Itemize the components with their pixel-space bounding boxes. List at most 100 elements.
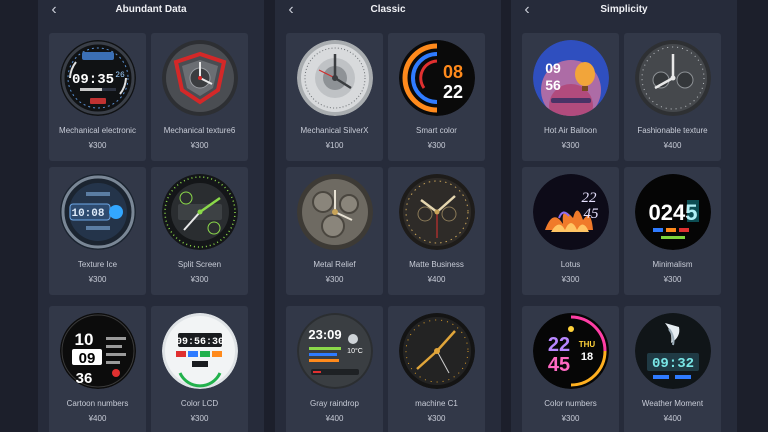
watch-face-price: ¥300 — [88, 275, 107, 284]
watch-face-name: Mechanical texture6 — [163, 126, 236, 135]
face-hour: 22 — [582, 190, 598, 206]
face-hour: 09 — [545, 60, 561, 76]
watch-face-name: Matte Business — [409, 260, 464, 269]
watch-face-price: ¥300 — [427, 141, 446, 150]
watch-face-name: Gray raindrop — [310, 399, 359, 408]
watch-face-card[interactable]: Mechanical SilverX ¥100 — [286, 33, 383, 161]
watch-face-card[interactable]: Metal Relief ¥300 — [286, 167, 383, 295]
watch-face-name: Texture Ice — [77, 260, 118, 269]
cartoon-numbers-watch-face-icon: 10 09 36 — [60, 313, 136, 389]
hot-air-balloon-watch-face-icon: 09 56 — [533, 40, 609, 116]
face-time: 09:32 — [652, 356, 694, 372]
watch-face-card[interactable]: 22 45 THU 18 Color numbers ¥300 — [522, 306, 619, 432]
watch-face-name: Color LCD — [180, 399, 219, 408]
panel-title: Abundant Data — [115, 4, 187, 15]
watch-face-price: ¥400 — [325, 414, 344, 423]
face-date: 18 — [581, 351, 593, 363]
watch-face-card[interactable]: 09:56:30 Color LCD ¥300 — [151, 306, 248, 432]
color-numbers-watch-face-icon: 22 45 THU 18 — [533, 313, 609, 389]
watch-face-name: Mechanical SilverX — [300, 126, 369, 135]
watch-face-card[interactable]: 23:09 10°C Gray raindrop ¥400 — [286, 306, 383, 432]
watch-face-card[interactable]: Fashionable texture ¥400 — [624, 33, 721, 161]
watch-face-price: ¥300 — [561, 275, 580, 284]
face-time: 23:09 — [308, 327, 341, 342]
mechanical-silverx-watch-face-icon — [297, 40, 373, 116]
panel-abundant-data: ‹ Abundant Data 09:35 26 Mechanical elec… — [38, 0, 264, 432]
watch-face-price: ¥300 — [190, 275, 209, 284]
watch-face-price: ¥400 — [88, 414, 107, 423]
panel-header: ‹ Simplicity — [511, 0, 737, 24]
watch-face-card[interactable]: 09:35 26 Mechanical electronic ¥300 — [49, 33, 146, 161]
watch-face-name: Metal Relief — [313, 260, 356, 269]
face-hour: 10 — [75, 330, 94, 349]
panel-title: Classic — [370, 4, 406, 15]
watch-face-card[interactable]: Matte Business ¥400 — [388, 167, 485, 295]
lotus-watch-face-icon: 22 45 — [533, 174, 609, 250]
watch-face-card[interactable]: 22 45 Lotus ¥300 — [522, 167, 619, 295]
texture-ice-watch-face-icon: 10:08 — [60, 174, 136, 250]
watch-face-price: ¥300 — [190, 414, 209, 423]
watch-face-card[interactable]: 0245 Minimalism ¥300 — [624, 167, 721, 295]
face-minute: 45 — [584, 206, 600, 222]
panel-header: ‹ Abundant Data — [38, 0, 264, 24]
watch-face-card[interactable]: Mechanical texture6 ¥300 — [151, 33, 248, 161]
watch-face-card[interactable]: 10 09 36 Cartoon numbers ¥400 — [49, 306, 146, 432]
color-lcd-watch-face-icon: 09:56:30 — [162, 313, 238, 389]
face-minute: 09 — [79, 350, 96, 367]
machine-c1-watch-face-icon — [399, 313, 475, 389]
face-temperature: 10°C — [347, 347, 363, 355]
watch-face-card[interactable]: 09 56 Hot Air Balloon ¥300 — [522, 33, 619, 161]
watch-face-name: Split Screen — [177, 260, 222, 269]
watch-face-card[interactable]: machine C1 ¥300 — [388, 306, 485, 432]
watch-face-card[interactable]: Split Screen ¥300 — [151, 167, 248, 295]
matte-business-watch-face-icon — [399, 174, 475, 250]
face-hour: 22 — [548, 334, 570, 356]
watch-face-price: ¥300 — [561, 414, 580, 423]
watch-face-price: ¥100 — [325, 141, 344, 150]
watch-face-card[interactable]: 09:32 Weather Moment ¥400 — [624, 306, 721, 432]
watch-face-name: Mechanical electronic — [59, 126, 136, 135]
watch-face-price: ¥400 — [427, 275, 446, 284]
watch-face-price: ¥300 — [88, 141, 107, 150]
watch-face-price: ¥300 — [561, 141, 580, 150]
watch-face-name: Hot Air Balloon — [544, 126, 597, 135]
metal-relief-watch-face-icon — [297, 174, 373, 250]
watch-face-price: ¥300 — [190, 141, 209, 150]
smart-color-watch-face-icon: 08 22 — [399, 40, 475, 116]
gray-raindrop-watch-face-icon: 23:09 10°C — [297, 313, 373, 389]
face-time: 09:35 — [72, 72, 114, 88]
watch-face-name: Weather Moment — [641, 399, 704, 408]
watch-face-name: Cartoon numbers — [66, 399, 129, 408]
watch-face-name: machine C1 — [415, 399, 458, 408]
panel-header: ‹ Classic — [275, 0, 501, 24]
mechanical-texture-watch-face-icon — [162, 40, 238, 116]
watch-face-price: ¥300 — [427, 414, 446, 423]
mechanical-electronic-watch-face-icon: 09:35 26 — [60, 40, 136, 116]
fashionable-texture-watch-face-icon — [635, 40, 711, 116]
panel-title: Simplicity — [600, 4, 648, 15]
face-minute: 56 — [545, 77, 561, 93]
watch-face-price: ¥300 — [663, 275, 682, 284]
minimalism-watch-face-icon: 0245 — [635, 174, 711, 250]
weather-moment-watch-face-icon: 09:32 — [635, 313, 711, 389]
watch-face-name: Minimalism — [652, 260, 693, 269]
face-second: 36 — [76, 370, 93, 387]
split-screen-watch-face-icon — [162, 174, 238, 250]
watch-face-price: ¥400 — [663, 141, 682, 150]
panel-classic: ‹ Classic Mechanical SilverX ¥100 08 22 … — [275, 0, 501, 432]
face-hour: 08 — [443, 62, 463, 82]
face-seconds: 26 — [115, 71, 125, 80]
watch-face-card[interactable]: 10:08 Texture Ice ¥300 — [49, 167, 146, 295]
watch-face-price: ¥400 — [663, 414, 682, 423]
watch-face-name: Smart color — [416, 126, 457, 135]
watch-face-card[interactable]: 08 22 Smart color ¥300 — [388, 33, 485, 161]
face-minute: 45 — [548, 354, 570, 376]
face-time: 10:08 — [71, 208, 104, 220]
watch-face-name: Lotus — [560, 260, 581, 269]
face-minute: 22 — [443, 82, 463, 102]
watch-face-name: Color numbers — [544, 399, 597, 408]
panel-simplicity: ‹ Simplicity 09 56 Hot Air Balloon ¥300 — [511, 0, 737, 432]
face-day: THU — [579, 340, 596, 349]
watch-face-price: ¥300 — [325, 275, 344, 284]
face-time: 09:56:30 — [176, 337, 224, 348]
